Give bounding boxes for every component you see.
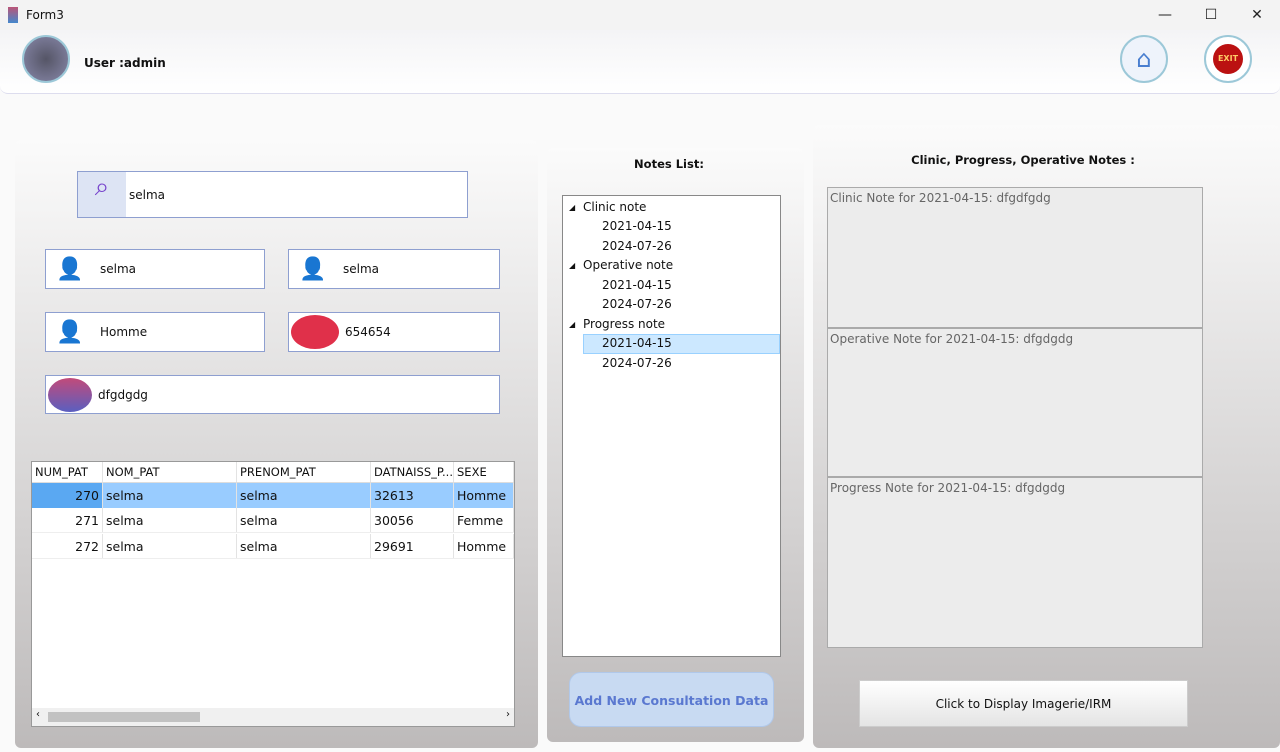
maximize-button[interactable]: ☐ (1196, 4, 1226, 26)
column-header[interactable]: SEXE (454, 462, 514, 482)
tree-node[interactable]: 2024-07-26 (602, 354, 672, 373)
phone-field[interactable]: 654654 (288, 312, 500, 352)
cell[interactable]: selma (103, 483, 237, 508)
cell[interactable]: selma (103, 508, 237, 532)
progress-note-textbox[interactable]: Progress Note for 2021-04-15: dfgdgdg (827, 477, 1203, 648)
prenom-input[interactable]: selma (343, 262, 379, 276)
address-input[interactable]: dfgdgdg (98, 388, 148, 402)
search-field[interactable]: ⌕ selma (77, 171, 468, 218)
close-button[interactable]: ✕ (1242, 4, 1272, 26)
cell[interactable]: Femme (454, 508, 514, 532)
cell[interactable]: 271 (32, 508, 103, 532)
exit-icon: EXIT (1213, 44, 1243, 74)
cell[interactable]: selma (237, 534, 371, 558)
scroll-right-icon[interactable]: › (506, 709, 510, 720)
expand-icon[interactable]: ◢ (569, 256, 575, 275)
tree-node[interactable]: Clinic note (583, 198, 646, 217)
tree-node[interactable]: 2021-04-15 (602, 217, 672, 236)
scroll-left-icon[interactable]: ‹ (36, 709, 40, 720)
sexe-input[interactable]: Homme (100, 325, 147, 339)
search-icon: ⌕ (78, 172, 126, 217)
column-header[interactable]: PRENOM_PAT (237, 462, 371, 482)
app-icon (8, 7, 18, 23)
location-icon (48, 377, 92, 412)
cell[interactable]: selma (237, 508, 371, 532)
table-row[interactable]: 270 selma selma 32613 Homme (32, 483, 514, 508)
sexe-field[interactable]: 👤 Homme (45, 312, 265, 352)
notes-list-title: Notes List: (634, 157, 704, 171)
tree-node[interactable]: 2024-07-26 (602, 295, 672, 314)
column-header[interactable]: DATNAISS_P... (371, 462, 454, 482)
operative-note-textbox[interactable]: Operative Note for 2021-04-15: dfgdgdg (827, 328, 1203, 477)
title-bar: Form3 — ☐ ✕ (0, 0, 1280, 30)
table-header: NUM_PAT NOM_PAT PRENOM_PAT DATNAISS_P...… (32, 462, 514, 483)
phone-icon (291, 315, 339, 349)
cell[interactable]: selma (103, 534, 237, 558)
tree-node[interactable]: Progress note (583, 315, 665, 334)
cell[interactable]: Homme (454, 534, 514, 558)
column-header[interactable]: NOM_PAT (103, 462, 237, 482)
prenom-field[interactable]: 👤 selma (288, 249, 500, 289)
cell[interactable]: 30056 (371, 508, 454, 532)
exit-button[interactable]: EXIT (1204, 35, 1252, 83)
notes-title: Clinic, Progress, Operative Notes : (911, 153, 1135, 167)
window-title: Form3 (26, 8, 64, 22)
cell[interactable]: Homme (454, 483, 514, 508)
minimize-button[interactable]: — (1150, 4, 1180, 26)
table-row[interactable]: 271 selma selma 30056 Femme (32, 508, 514, 533)
patient-icon: 👤 (299, 256, 327, 282)
search-input[interactable]: selma (129, 188, 165, 202)
cell[interactable]: 29691 (371, 534, 454, 558)
cell[interactable]: selma (237, 483, 371, 508)
header: User :admin ⌂ EXIT (0, 30, 1280, 94)
tree-node[interactable]: 2024-07-26 (602, 237, 672, 256)
tree-node-selected[interactable]: 2021-04-15 (602, 334, 672, 353)
phone-input[interactable]: 654654 (345, 325, 391, 339)
cell[interactable]: 272 (32, 534, 103, 558)
patient-icon: 👤 (56, 256, 84, 282)
patients-table: NUM_PAT NOM_PAT PRENOM_PAT DATNAISS_P...… (31, 461, 515, 727)
scrollbar-thumb[interactable] (48, 712, 200, 722)
patient-icon: 👤 (56, 319, 84, 345)
user-label: User :admin (84, 56, 166, 70)
home-icon: ⌂ (1136, 45, 1152, 73)
nom-field[interactable]: 👤 selma (45, 249, 265, 289)
add-consultation-button[interactable]: Add New Consultation Data (569, 672, 774, 727)
cell[interactable]: 270 (32, 483, 103, 508)
user-avatar-icon (22, 35, 70, 83)
cell[interactable]: 32613 (371, 483, 454, 508)
expand-icon[interactable]: ◢ (569, 198, 575, 217)
notes-tree[interactable]: ◢ Clinic note 2021-04-15 2024-07-26 ◢ Op… (562, 195, 781, 657)
horizontal-scrollbar[interactable]: ‹ › (32, 708, 514, 726)
display-imagerie-button[interactable]: Click to Display Imagerie/IRM (859, 680, 1188, 727)
home-button[interactable]: ⌂ (1120, 35, 1168, 83)
tree-node[interactable]: Operative note (583, 256, 673, 275)
table-row[interactable]: 272 selma selma 29691 Homme (32, 534, 514, 559)
column-header[interactable]: NUM_PAT (32, 462, 103, 482)
tree-node[interactable]: 2021-04-15 (602, 276, 672, 295)
clinic-note-textbox[interactable]: Clinic Note for 2021-04-15: dfgdfgdg (827, 187, 1203, 328)
address-field[interactable]: dfgdgdg (45, 375, 500, 414)
nom-input[interactable]: selma (100, 262, 136, 276)
expand-icon[interactable]: ◢ (569, 315, 575, 334)
